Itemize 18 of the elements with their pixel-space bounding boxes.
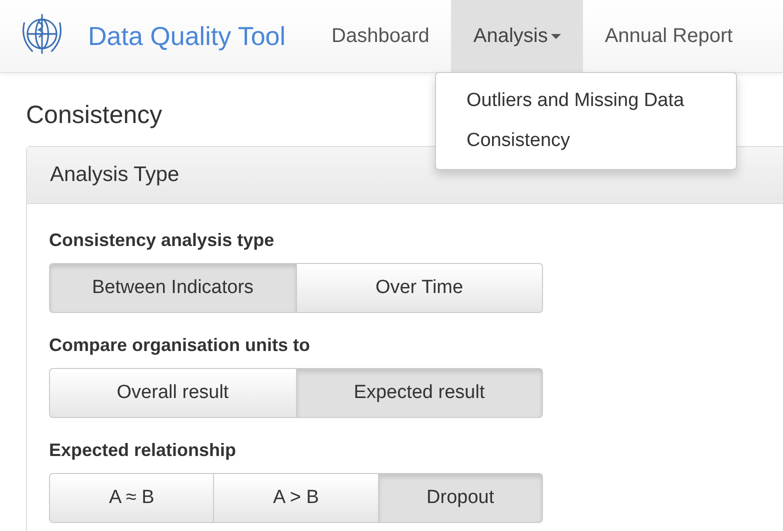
toggle-button[interactable]: Between Indicators	[49, 263, 296, 313]
nav-link[interactable]: Annual Report	[582, 0, 755, 72]
panel-title: Analysis Type	[50, 163, 180, 187]
toggle-button[interactable]: A > B	[213, 473, 379, 523]
group-label: Expected relationship	[49, 440, 238, 461]
nav-link[interactable]: Analysis	[451, 0, 583, 72]
toggle-button[interactable]: A ≈ B	[49, 473, 214, 523]
group-label: Consistency analysis type	[49, 230, 276, 251]
brand-title[interactable]: Data Quality Tool	[88, 20, 286, 52]
page-title: Consistency	[26, 101, 162, 130]
menu-item[interactable]: Consistency	[436, 121, 736, 161]
menu-item[interactable]: Outliers and Missing Data	[436, 81, 736, 121]
toggle-button[interactable]: Dropout	[378, 473, 543, 523]
toggle-button[interactable]: Overall result	[49, 368, 296, 418]
toggle-button[interactable]: Over Time	[296, 263, 543, 313]
toggle-button[interactable]: Expected result	[296, 368, 543, 418]
group-label: Compare organisation units to	[49, 335, 312, 356]
nav-link[interactable]: Dashboard	[310, 0, 452, 72]
